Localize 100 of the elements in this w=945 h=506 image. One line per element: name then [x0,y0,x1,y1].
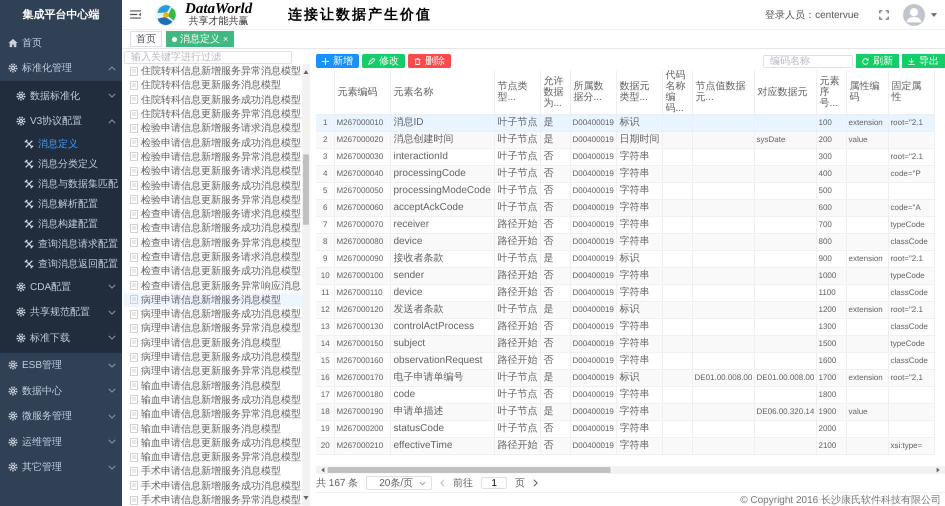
tree-item[interactable]: 检验申请信息更新服务请求消息模型 [124,164,302,178]
document-icon [130,466,138,476]
table-cell: value [846,132,888,148]
table-cell: M267000190 [334,404,390,420]
tree-item[interactable]: 检查申请信息更新服务成功消息模型 [124,264,302,278]
menu-item[interactable]: V3协议配置 [0,108,122,134]
add-button[interactable]: 新增 [316,54,359,68]
menu-item[interactable]: 共享规范配置 [0,300,122,325]
scrollbar[interactable] [302,64,310,506]
tree-item[interactable]: 输血申请信息新增服务异常消息模型 [124,407,302,422]
trash-icon [414,58,421,64]
table-cell: 叶子节点 [494,404,540,420]
table-cell: 日期时间 [616,132,662,148]
tree-item[interactable]: 检查申请信息更新服务异常响应消息 [124,278,302,293]
menu-item[interactable]: CDA配置 [0,274,122,300]
tree-item[interactable]: 检查申请信息更新服务请求消息模型 [124,250,302,264]
fullscreen-icon[interactable] [879,10,889,20]
tree-item[interactable]: 检验申请信息新增服务成功消息模型 [124,135,302,150]
menu-item[interactable]: 数据中心 [0,378,122,404]
tree-item[interactable]: 手术申请信息新增服务消息模型 [124,464,302,479]
menu-item[interactable]: 查询消息返回配置 [0,254,122,274]
menu-item[interactable]: 消息定义 [0,134,122,154]
menu-item[interactable]: 标准化管理 [0,56,122,81]
table-cell: 字符串 [616,438,662,454]
tree-item[interactable]: 住院转科信息更新服务消息模型 [124,78,302,93]
menu-item[interactable]: 消息构建配置 [0,214,122,234]
total-count: 共 167 条 [316,476,358,490]
gear-icon [16,307,26,318]
tree-item[interactable]: 检验申请信息新增服务异常消息模型 [124,150,302,164]
page-field[interactable]: 1 [481,477,508,489]
next-page-icon[interactable] [533,479,538,487]
tree-item[interactable]: 病理申请信息更新服务消息模型 [124,336,302,350]
tree-item[interactable]: 检验申请信息新增服务请求消息模型 [124,121,302,136]
page-size-select[interactable]: 20条/页 [366,476,432,490]
chevron-down-icon [419,480,426,486]
tab[interactable]: 首页 [130,31,162,47]
menu-item[interactable]: 消息与数据集匹配 [0,174,122,194]
tree-item[interactable]: 住院转科信息更新服务成功消息模型 [124,92,302,107]
row-number: 16 [316,370,334,386]
table-cell: 路径开始 [494,268,540,284]
document-icon [130,424,138,434]
menu-item[interactable]: 消息分类定义 [0,154,122,174]
tree-item[interactable]: 检查申请信息新增服务异常消息模型 [124,236,302,250]
table-cell: 否 [540,336,570,352]
menu-icon[interactable] [130,10,141,19]
tree-item[interactable]: 病理申请信息更新服务异常消息模型 [124,364,302,379]
menu-item[interactable]: 数据标准化 [0,83,122,108]
tree-item[interactable]: 输血申请信息更新服务成功消息模型 [124,436,302,450]
caret-icon[interactable] [931,12,937,16]
table-cell: M267000040 [334,166,390,182]
pencil-icon [368,58,375,64]
table-cell: 400 [816,166,846,182]
gear-icon [8,386,18,396]
gear-icon [16,90,26,101]
table-cell: D00400019 [570,268,616,284]
logo-text: DataWorld [185,2,252,17]
home-icon [8,38,18,48]
menu-item[interactable]: 首页 [0,30,122,56]
tree-item[interactable]: 输血申请信息新增服务成功消息模型 [124,392,302,408]
tree-item[interactable]: 手术申请信息新增服务成功消息模型 [124,478,302,493]
chevron-down-icon [108,310,116,315]
tree-item[interactable]: 病理申请信息新增服务成功消息模型 [124,307,302,322]
tree-item[interactable]: 病理申请信息更新服务成功消息模型 [124,350,302,364]
tree-item[interactable]: 输血申请信息新增服务消息模型 [124,378,302,393]
tree-item[interactable]: 输血申请信息更新服务消息模型 [124,421,302,436]
menu-item[interactable]: ESB管理 [0,352,122,378]
row-number: 6 [316,200,334,216]
menu-item[interactable]: 消息解析配置 [0,194,122,214]
table-cell: 否 [540,234,570,250]
scrollbar[interactable] [316,466,945,474]
tree-item[interactable]: 手术申请信息新增服务异常消息模型 [124,492,302,506]
table-cell: classCode [888,234,934,250]
tree-item[interactable]: 住院转科信息更新服务异常消息模型 [124,106,302,122]
menu-item[interactable]: 标准下载 [0,325,122,350]
tree-item[interactable]: 检验申请信息更新服务成功消息模型 [124,178,302,193]
tree-item[interactable]: 输血申请信息更新服务异常消息模型 [124,450,302,464]
menu-item[interactable]: 运维管理 [0,429,122,454]
document-icon [130,352,138,362]
tree-item[interactable]: 检验申请信息更新服务异常消息模型 [124,192,302,207]
document-icon [130,295,138,304]
table-cell: 字符串 [616,404,662,420]
menu-item[interactable]: 其它管理 [0,454,122,480]
delete-button[interactable]: 删除 [408,54,451,68]
tree-item[interactable]: 检查申请信息新增服务请求消息模型 [124,206,302,222]
search-field[interactable]: 编码名称 [763,54,853,68]
document-icon [130,95,138,104]
tree-item[interactable]: 检查申请信息新增服务成功消息模型 [124,221,302,236]
chevron-down-icon [108,439,116,444]
tools-icon [24,179,34,189]
menu-item[interactable]: 查询消息请求配置 [0,234,122,254]
document-icon [130,210,138,219]
table-cell: D00400019 [570,234,616,250]
table-cell: D00400019 [570,302,616,318]
tree-item[interactable]: 病理申请信息新增服务异常消息模型 [124,321,302,336]
page-unit: 页 [515,477,526,490]
menu-item[interactable]: 微服务管理 [0,404,122,429]
table-cell: DE01.00.008.00 [692,370,754,386]
tree-item[interactable]: 病理申请信息新增服务消息模型 [124,292,302,308]
tree-item[interactable]: 住院转科信息新增服务异常消息模型 [124,64,302,78]
document-icon [130,324,138,333]
